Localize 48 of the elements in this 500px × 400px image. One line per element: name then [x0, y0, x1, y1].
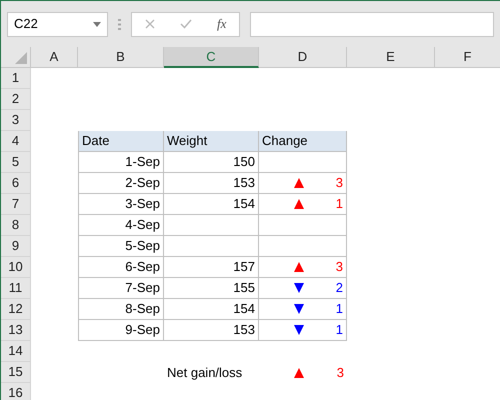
formula-input[interactable]: [250, 12, 494, 36]
name-box[interactable]: C22: [7, 12, 108, 36]
table-cell-text: 9-Sep: [125, 321, 160, 340]
table-cell-text: 2: [336, 279, 343, 298]
table-cell-text: 3: [336, 258, 343, 276]
table-cell-text: 4-Sep: [125, 216, 160, 234]
table-cell-text: 157: [233, 258, 255, 276]
table-cell-text: 2-Sep: [125, 174, 160, 192]
grip-icon: [118, 18, 121, 30]
table-cell-text: Date: [82, 132, 110, 150]
table-cell-text: 154: [233, 195, 255, 214]
table-cell-text: 7-Sep: [125, 279, 160, 298]
select-all-icon[interactable]: [15, 52, 27, 64]
table-cell-text: 1: [336, 300, 343, 318]
table-cell-text: 8-Sep: [125, 300, 160, 318]
up-triangle-icon: [292, 261, 305, 273]
summary-label: Net gain/loss: [167, 364, 242, 382]
table-cell-text: Change: [262, 132, 308, 150]
up-triangle-icon: [292, 198, 305, 210]
column-header[interactable]: D: [259, 47, 347, 68]
column-header[interactable]: A: [31, 47, 78, 68]
table-cell-text: 5-Sep: [125, 237, 160, 256]
column-header[interactable]: B: [78, 47, 164, 68]
down-triangle-icon: [292, 282, 305, 294]
table-cell-text: 3: [336, 364, 344, 382]
table-cell-text: 154: [233, 300, 255, 318]
table-cell-text: 153: [233, 174, 255, 192]
table-cell-text: 1-Sep: [125, 153, 160, 172]
column-header[interactable]: F: [435, 47, 500, 68]
up-triangle-icon: [292, 177, 305, 189]
down-triangle-icon: [292, 324, 305, 336]
table-cell-text: 1: [336, 195, 343, 214]
function-button[interactable]: fx: [217, 14, 226, 34]
up-triangle-icon: [293, 366, 306, 378]
table-cell-text: Weight: [167, 132, 208, 150]
dropdown-caret-icon: [93, 22, 101, 26]
table-cell-text: 3-Sep: [125, 195, 160, 214]
close-icon[interactable]: [144, 19, 155, 29]
checkmark-icon[interactable]: [180, 19, 192, 29]
table-cell-text: 3: [336, 174, 343, 192]
column-header[interactable]: C: [164, 47, 259, 68]
table-cell-text: 155: [233, 279, 255, 298]
column-header[interactable]: E: [347, 47, 435, 68]
table-cell-text: 1: [336, 321, 343, 340]
down-triangle-icon: [292, 303, 305, 315]
table-cell-text: 150: [233, 153, 255, 172]
table-cell-text: 6-Sep: [125, 258, 160, 276]
table-cell-text: 153: [233, 321, 255, 340]
